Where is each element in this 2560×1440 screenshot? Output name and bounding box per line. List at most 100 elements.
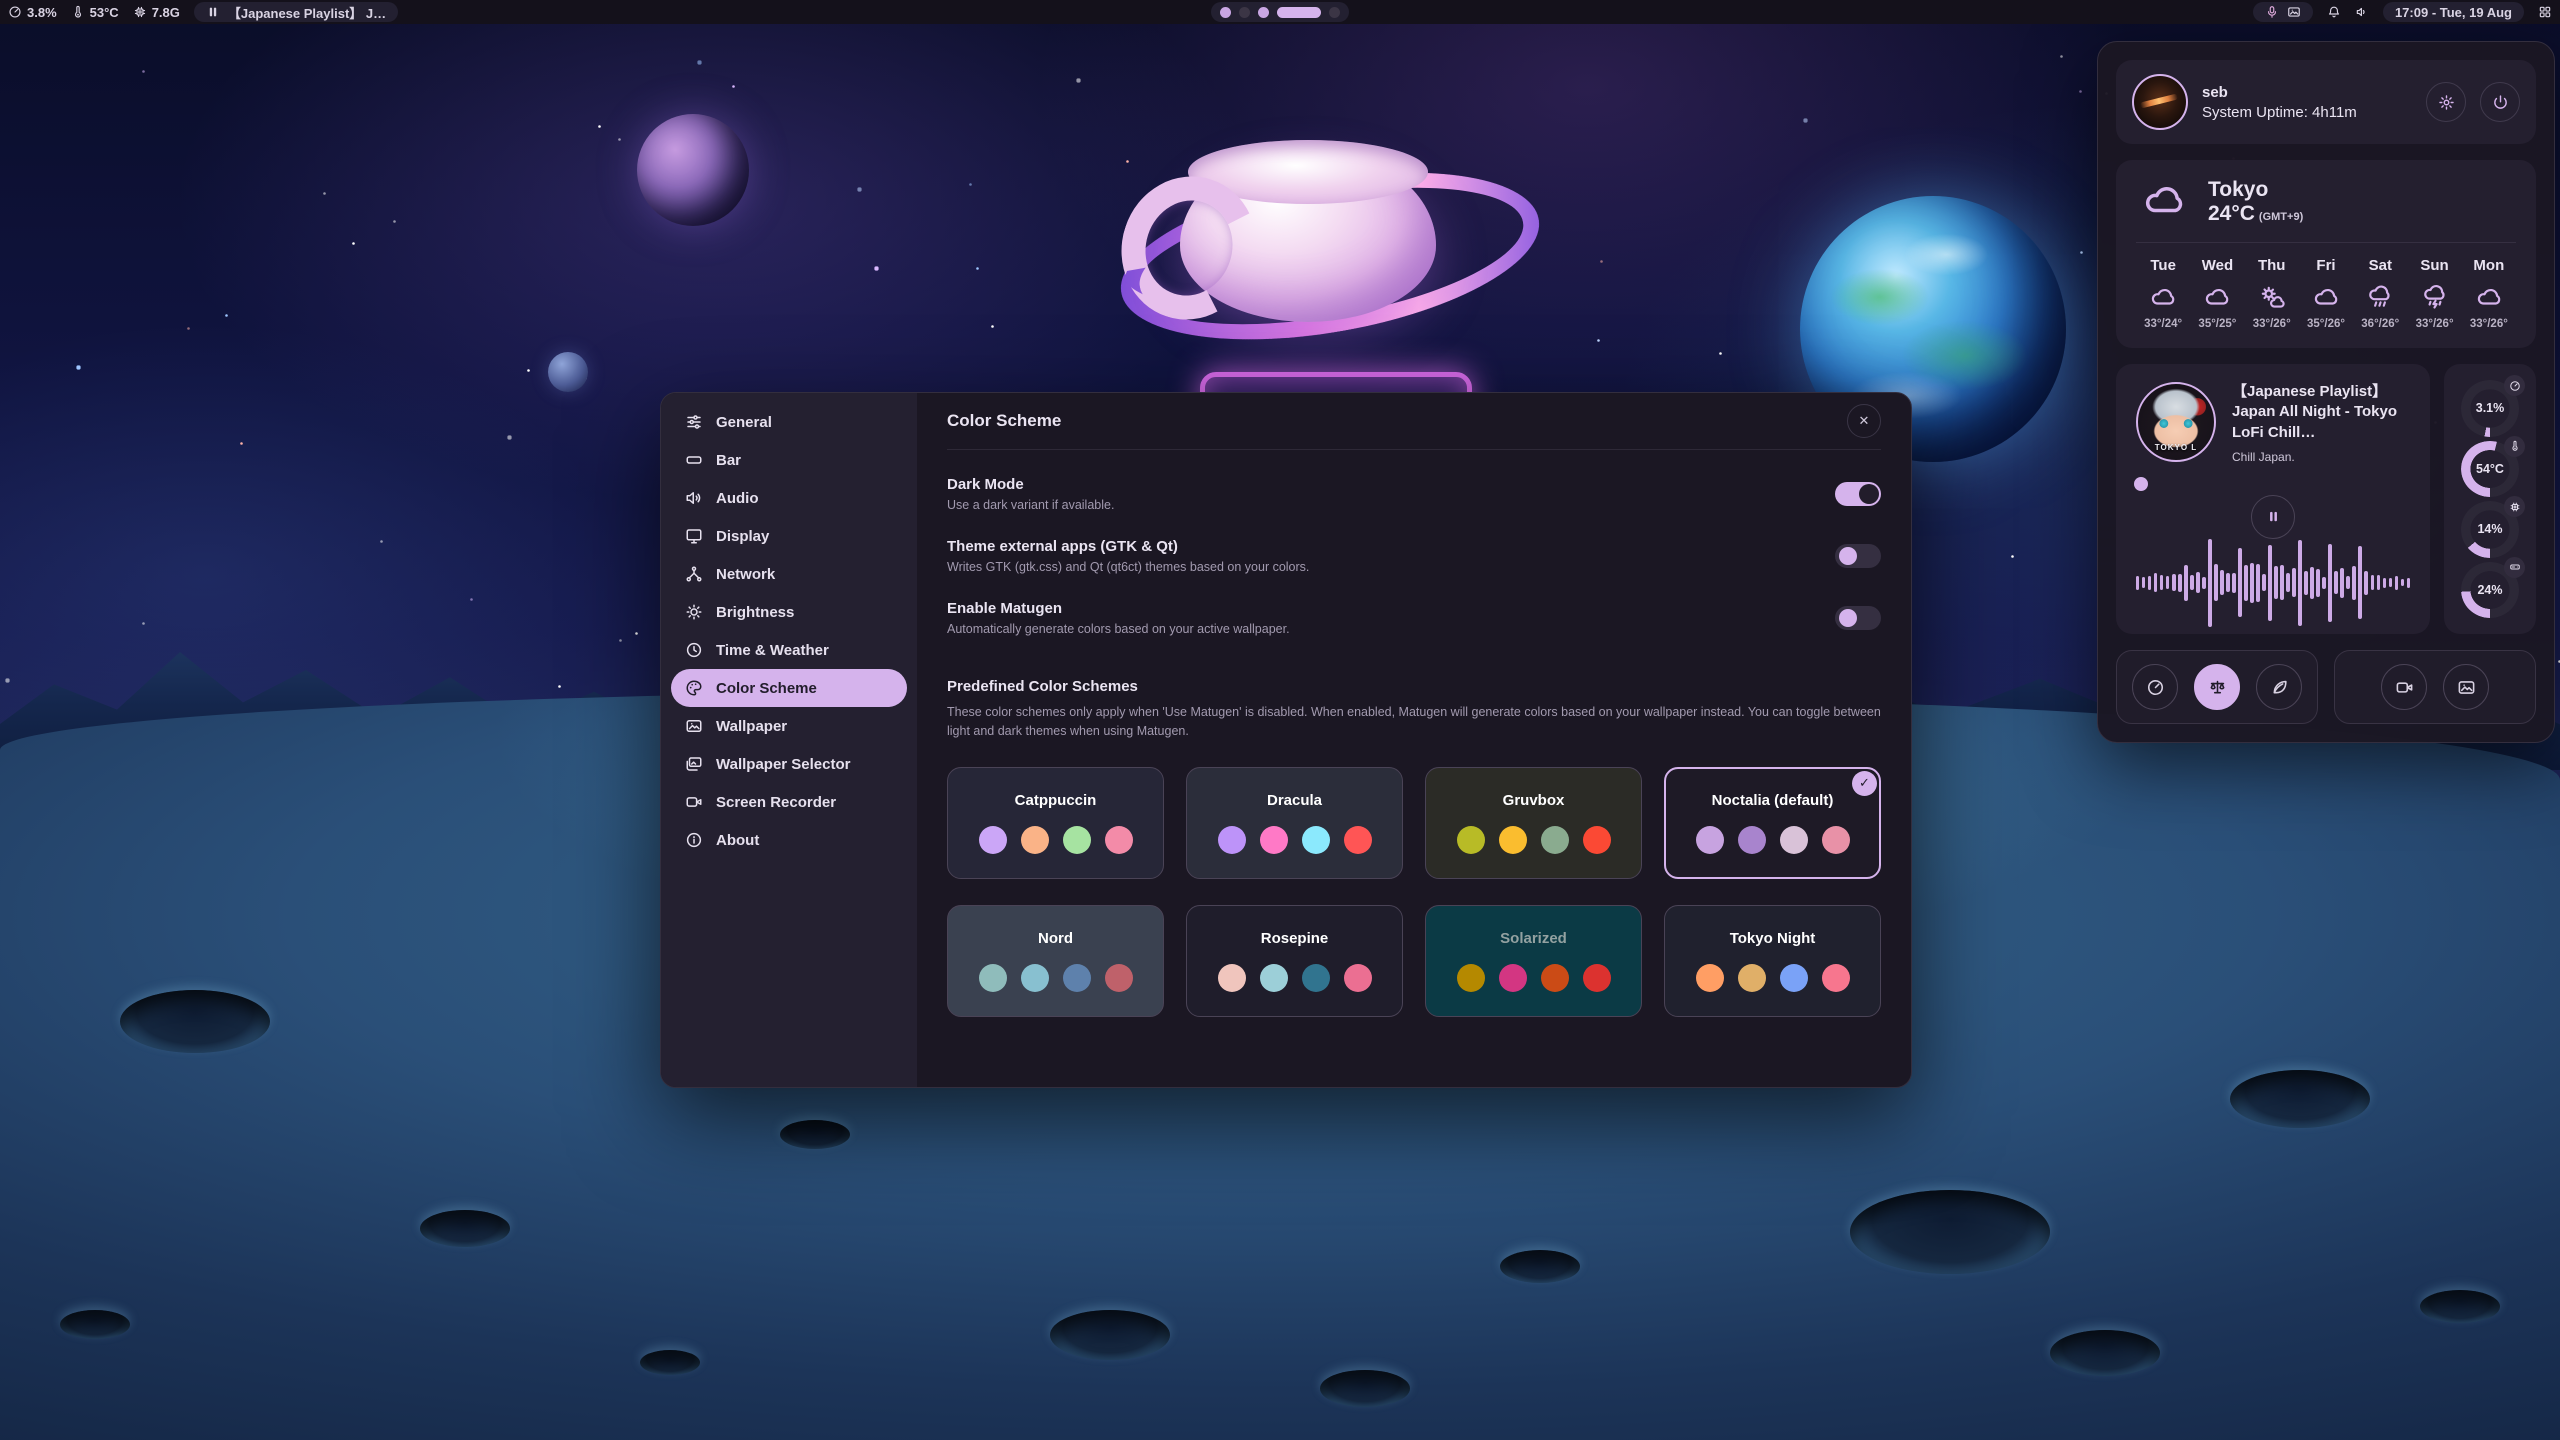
pause-button[interactable]	[2251, 495, 2295, 539]
settings-button[interactable]	[2426, 82, 2466, 122]
chip-icon	[133, 5, 147, 19]
scheme-card-dracula[interactable]: Dracula	[1186, 767, 1403, 879]
workspace-4[interactable]	[1277, 7, 1321, 18]
toggle-dark-mode[interactable]	[1835, 482, 1881, 506]
crater	[780, 1120, 850, 1149]
sidebar-item-display[interactable]: Display	[671, 517, 907, 555]
workspace-2[interactable]	[1239, 7, 1250, 18]
setting-description: Use a dark variant if available.	[947, 498, 1114, 512]
visualizer-bar	[2148, 576, 2152, 590]
sidebar-item-general[interactable]: General	[671, 403, 907, 441]
forecast-day-sun: Sun 33°/26°	[2407, 257, 2461, 330]
apps-grid-icon[interactable]	[2538, 5, 2552, 19]
color-dot	[1738, 964, 1766, 992]
volume-icon[interactable]	[2355, 5, 2369, 19]
media-progress-knob[interactable]	[2134, 477, 2148, 491]
toggle-enable-matugen[interactable]	[1835, 606, 1881, 630]
visualizer-bar	[2202, 577, 2206, 589]
speedometer-icon	[8, 5, 22, 19]
setting-description: Writes GTK (gtk.css) and Qt (qt6ct) them…	[947, 560, 1309, 574]
system-uptime: System Uptime: 4h11m	[2202, 104, 2412, 121]
sidebar-item-color-scheme[interactable]: Color Scheme	[671, 669, 907, 707]
color-dot	[1302, 826, 1330, 854]
scheme-name: Solarized	[1500, 930, 1567, 947]
avatar	[2132, 74, 2188, 130]
visualizer-bar	[2274, 566, 2278, 599]
power-button[interactable]	[2480, 82, 2520, 122]
weather-forecast: Tue 33°/24° Wed 35°/25° Thu 33°/26° Fri …	[2136, 257, 2516, 330]
sidebar-item-bar[interactable]: Bar	[671, 441, 907, 479]
audio-visualizer	[2136, 543, 2410, 623]
scheme-card-rosepine[interactable]: Rosepine	[1186, 905, 1403, 1017]
toggle-list: Dark Mode Use a dark variant if availabl…	[947, 450, 1881, 636]
power-profile-balanced[interactable]	[2194, 664, 2240, 710]
color-dot	[1541, 826, 1569, 854]
cloud-icon	[2313, 284, 2339, 310]
forecast-day-fri: Fri 35°/26°	[2299, 257, 2353, 330]
power-profile-performance[interactable]	[2132, 664, 2178, 710]
color-dot	[979, 964, 1007, 992]
small-moon	[548, 352, 588, 392]
toggle-theme-external-apps-gtk-qt-[interactable]	[1835, 544, 1881, 568]
scheme-name: Tokyo Night	[1730, 930, 1816, 947]
visualizer-bar	[2401, 579, 2405, 586]
visualizer-bar	[2395, 576, 2399, 590]
wallpaper-button[interactable]	[2443, 664, 2489, 710]
scheme-card-tokyo-night[interactable]: Tokyo Night	[1664, 905, 1881, 1017]
scheme-card-nord[interactable]: Nord	[947, 905, 1164, 1017]
visualizer-bar	[2340, 568, 2344, 598]
crater	[1320, 1370, 1410, 1407]
sidebar-item-brightness[interactable]: Brightness	[671, 593, 907, 631]
toggle-knob	[1839, 609, 1857, 627]
audio-icon	[685, 489, 703, 507]
bar-media-label: 【Japanese Playlist】 J…	[228, 3, 386, 22]
scheme-name: Noctalia (default)	[1712, 792, 1834, 809]
display-icon	[685, 527, 703, 545]
scheme-card-gruvbox[interactable]: Gruvbox	[1425, 767, 1642, 879]
bar-media-pill[interactable]: 【Japanese Playlist】 J…	[194, 2, 398, 22]
close-button[interactable]: ✕	[1847, 404, 1881, 438]
album-art: TOKYO L	[2136, 382, 2216, 462]
color-dot	[979, 826, 1007, 854]
workspace-5[interactable]	[1329, 7, 1340, 18]
screen-recorder-button[interactable]	[2381, 664, 2427, 710]
media-top: TOKYO L 【Japanese Playlist】 Japan All Ni…	[2136, 382, 2410, 464]
media-card: TOKYO L 【Japanese Playlist】 Japan All Ni…	[2116, 364, 2430, 634]
color-dot	[1583, 826, 1611, 854]
clock-pill[interactable]: 17:09 - Tue, 19 Aug	[2383, 2, 2524, 22]
scheme-card-solarized[interactable]: Solarized	[1425, 905, 1642, 1017]
toggle-knob	[1859, 484, 1879, 504]
crater	[420, 1210, 510, 1247]
bell-icon[interactable]	[2327, 5, 2341, 19]
sidebar-item-screen-recorder[interactable]: Screen Recorder	[671, 783, 907, 821]
workspace-1[interactable]	[1220, 7, 1231, 18]
crater	[2230, 1070, 2370, 1128]
toggle-knob	[1839, 547, 1857, 565]
workspace-3[interactable]	[1258, 7, 1269, 18]
visualizer-bar	[2268, 545, 2272, 621]
bar-right-group: 17:09 - Tue, 19 Aug	[2253, 2, 2552, 22]
crater	[2420, 1290, 2500, 1323]
scheme-card-noctalia-default-[interactable]: ✓ Noctalia (default)	[1664, 767, 1881, 879]
scheme-card-catppuccin[interactable]: Catppuccin	[947, 767, 1164, 879]
image-icon[interactable]	[2287, 5, 2301, 19]
sidebar-item-wallpaper[interactable]: Wallpaper	[671, 707, 907, 745]
video-icon	[685, 793, 703, 811]
color-dot	[1696, 826, 1724, 854]
sidebar-item-time-weather[interactable]: Time & Weather	[671, 631, 907, 669]
color-dot	[1344, 826, 1372, 854]
sidebar-item-wallpaper-selector[interactable]: Wallpaper Selector	[671, 745, 907, 783]
scheme-name: Dracula	[1267, 792, 1322, 809]
crater	[60, 1310, 130, 1339]
color-dot	[1105, 964, 1133, 992]
visualizer-bar	[2232, 573, 2236, 593]
user-name: seb	[2202, 84, 2412, 101]
user-card: seb System Uptime: 4h11m	[2116, 60, 2536, 144]
sidebar-item-network[interactable]: Network	[671, 555, 907, 593]
power-profile-power-saver[interactable]	[2256, 664, 2302, 710]
mic-icon[interactable]	[2265, 5, 2279, 19]
visualizer-bar	[2208, 539, 2212, 627]
sidebar-item-audio[interactable]: Audio	[671, 479, 907, 517]
color-dot	[1021, 964, 1049, 992]
sidebar-item-about[interactable]: About	[671, 821, 907, 859]
